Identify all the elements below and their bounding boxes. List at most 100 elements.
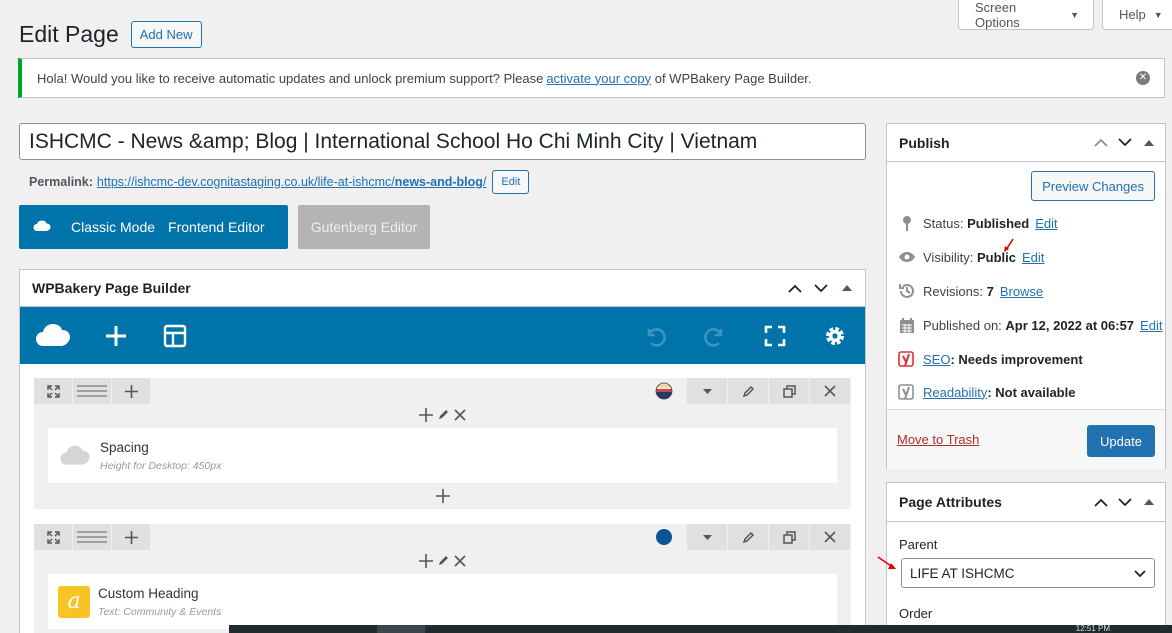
revisions-label: Revisions: [923, 283, 987, 299]
wpbakery-panel-title: WPBakery Page Builder [32, 280, 191, 296]
wpbakery-toolbar [20, 307, 865, 364]
add-element-icon[interactable] [101, 321, 131, 351]
screen-options-button[interactable]: Screen Options ▼ [958, 0, 1094, 30]
permalink-url-base: https://ishcmc-dev.cognitastaging.co.uk/… [96, 175, 395, 189]
seo-link[interactable]: SEO [923, 352, 950, 367]
move-down-icon[interactable] [813, 280, 829, 296]
yoast-seo-icon [897, 349, 917, 369]
row-edit-pencil-icon[interactable] [728, 524, 768, 550]
permalink-edit-button[interactable]: Edit [492, 170, 530, 194]
update-button[interactable]: Update [1087, 425, 1155, 457]
row-layout-dropdown-icon[interactable] [687, 378, 727, 404]
status-value: Published [967, 215, 1030, 231]
toggle-panel-icon[interactable] [839, 280, 855, 296]
row-add-column-icon[interactable] [112, 378, 150, 404]
revisions-value: 7 [986, 283, 994, 299]
yoast-readability-icon [897, 382, 917, 402]
status-edit-link[interactable]: Edit [1035, 216, 1057, 231]
row-expand-icon[interactable] [34, 524, 72, 550]
permalink-url-end: / [482, 175, 487, 189]
move-down-icon[interactable] [1117, 135, 1133, 151]
dismiss-notice-icon[interactable]: ✕ [1136, 71, 1150, 85]
activate-link[interactable]: activate your copy [546, 71, 651, 86]
history-icon [897, 281, 917, 301]
row-edit-pencil-icon[interactable] [728, 378, 768, 404]
page-attributes-header: Page Attributes [887, 483, 1165, 521]
row-drag-handle-icon[interactable] [73, 378, 111, 404]
row-clone-icon[interactable] [769, 378, 809, 404]
status-label: Status: [923, 215, 968, 231]
pin-icon [897, 213, 917, 233]
row-add-bottom-icon[interactable] [34, 483, 851, 509]
classic-mode-button[interactable]: Classic Mode [59, 219, 168, 235]
published-value: Apr 12, 2022 at 06:57 [1005, 317, 1135, 333]
wpbakery-mode-group: Classic Mode Frontend Editor [19, 205, 288, 249]
move-down-icon[interactable] [1117, 494, 1133, 510]
parent-select[interactable]: LIFE AT ISHCMC [901, 558, 1155, 588]
element-name: Custom Heading [98, 585, 199, 601]
spacing-element[interactable]: Spacing Height for Desktop: 450px [48, 428, 837, 483]
move-up-icon[interactable] [787, 280, 803, 296]
custom-heading-element[interactable]: a Custom Heading Text: Community & Event… [48, 574, 837, 629]
readability-value: : Not available [987, 384, 1076, 400]
move-up-icon[interactable] [1093, 135, 1109, 151]
builder-row: Spacing Height for Desktop: 450px [34, 378, 851, 509]
row-layout-dropdown-icon[interactable] [687, 524, 727, 550]
row-clone-icon[interactable] [769, 524, 809, 550]
seo-value: : Needs improvement [950, 351, 1083, 367]
published-edit-link[interactable]: Edit [1140, 318, 1162, 333]
row-add-column-icon[interactable] [112, 524, 150, 550]
element-name: Spacing [100, 439, 149, 455]
parent-label: Parent [899, 537, 938, 552]
publish-actions: Move to Trash Update [887, 409, 1165, 469]
wpbakery-cloud-icon[interactable] [34, 321, 72, 351]
element-description: Text: Community & Events [98, 605, 222, 618]
row-expand-icon[interactable] [34, 378, 72, 404]
permalink: Permalink: https://ishcmc-dev.cognitasta… [29, 170, 530, 194]
move-to-trash-link[interactable]: Move to Trash [897, 432, 979, 447]
row-drag-handle-icon[interactable] [73, 524, 111, 550]
notice-text-after: of WPBakery Page Builder. [651, 70, 812, 86]
editor-modes: Classic Mode Frontend Editor Gutenberg E… [19, 205, 430, 249]
wpbakery-panel: WPBakery Page Builder Spacing Height for… [19, 269, 866, 633]
screen-meta-links: Screen Options ▼ Help ▼ [958, 0, 1172, 30]
spacing-cloud-icon [58, 439, 92, 473]
undo-icon[interactable] [640, 321, 670, 351]
gutenberg-editor-button[interactable]: Gutenberg Editor [298, 205, 430, 249]
add-new-button[interactable]: Add New [130, 21, 202, 48]
redo-icon[interactable] [700, 321, 730, 351]
settings-gear-icon[interactable] [820, 321, 850, 351]
publish-panel-title: Publish [899, 134, 950, 151]
column-edit-pencil-icon[interactable] [437, 408, 450, 424]
post-title-input[interactable]: ISHCMC - News &amp; Blog | International… [19, 123, 866, 160]
revisions-browse-link[interactable]: Browse [1000, 284, 1043, 299]
toggle-panel-icon[interactable] [1141, 494, 1157, 510]
help-button[interactable]: Help ▼ [1102, 0, 1172, 30]
page-header: Edit Page Add New [19, 21, 202, 48]
taskbar-active-item[interactable] [377, 625, 425, 633]
column-delete-icon[interactable] [454, 408, 466, 424]
screen-options-label: Screen Options [975, 0, 1020, 30]
column-edit-pencil-icon[interactable] [437, 554, 450, 570]
row-delete-icon[interactable] [810, 524, 850, 550]
frontend-editor-button[interactable]: Frontend Editor [168, 219, 277, 235]
permalink-link[interactable]: https://ishcmc-dev.cognitastaging.co.uk/… [97, 175, 487, 189]
row-delete-icon[interactable] [810, 378, 850, 404]
calendar-icon [897, 315, 917, 335]
toggle-panel-icon[interactable] [1141, 135, 1157, 151]
readability-line: Readability: Not available [897, 382, 1075, 402]
fullscreen-icon[interactable] [760, 321, 790, 351]
page-title: Edit Page [19, 21, 119, 47]
move-up-icon[interactable] [1093, 494, 1109, 510]
visibility-edit-link[interactable]: Edit [1022, 250, 1044, 265]
column-controls [34, 550, 851, 574]
column-delete-icon[interactable] [454, 554, 466, 570]
templates-icon[interactable] [160, 321, 190, 351]
column-add-icon[interactable] [419, 407, 433, 425]
readability-link[interactable]: Readability [923, 385, 987, 400]
preview-changes-button[interactable]: Preview Changes [1031, 171, 1155, 201]
column-controls [34, 404, 851, 428]
column-add-icon[interactable] [419, 553, 433, 571]
caret-down-icon: ▼ [1070, 9, 1079, 20]
order-label: Order [899, 606, 933, 621]
